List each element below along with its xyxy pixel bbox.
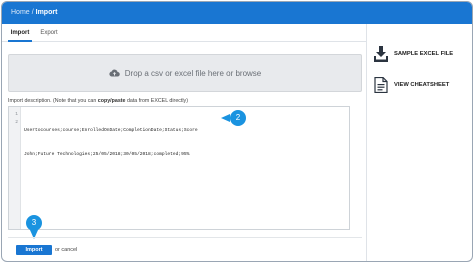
editor-content[interactable]: Usertocourses;course;EnrolledOnDate;Comp… bbox=[24, 111, 198, 175]
tab-export[interactable]: Export bbox=[38, 24, 60, 42]
view-cheatsheet-link[interactable]: VIEW CHEATSHEET bbox=[374, 77, 449, 93]
step-pointer bbox=[221, 114, 230, 122]
cancel-group: or cancel bbox=[55, 245, 77, 255]
step-badge-2: 2 bbox=[230, 110, 246, 126]
download-icon bbox=[374, 46, 388, 62]
import-description: Import description. (Note that you can c… bbox=[8, 98, 368, 104]
csv-editor[interactable]: 1 2 Usertocourses;course;EnrolledOnDate;… bbox=[8, 106, 350, 230]
cancel-link[interactable]: cancel bbox=[61, 247, 77, 253]
view-cheatsheet-label: VIEW CHEATSHEET bbox=[394, 82, 450, 88]
or-label: or bbox=[55, 247, 60, 253]
header-bar: Home / Import bbox=[2, 2, 472, 24]
import-panel: Home / Import Import Export Drop a csv or … bbox=[1, 1, 473, 262]
sample-excel-file-link[interactable]: SAMPLE EXCEL FILE bbox=[374, 46, 453, 62]
tab-import[interactable]: Import bbox=[8, 24, 32, 42]
file-dropzone[interactable]: Drop a csv or excel file here or browse bbox=[8, 54, 362, 92]
line-number: 2 bbox=[15, 120, 18, 125]
line-number-gutter: 1 2 bbox=[9, 107, 21, 229]
breadcrumb-separator: / bbox=[31, 9, 34, 16]
description-emphasis: copy/paste bbox=[97, 98, 126, 104]
import-button[interactable]: Import bbox=[16, 245, 52, 255]
description-prefix: Import description. (Note that you can bbox=[8, 98, 98, 104]
footer-divider bbox=[8, 237, 362, 238]
sidebar-divider bbox=[366, 24, 367, 261]
editor-line: Usertocourses;course;EnrolledOnDate;Comp… bbox=[24, 128, 198, 133]
line-number: 1 bbox=[15, 112, 18, 117]
cloud-upload-icon bbox=[109, 69, 120, 77]
sample-excel-file-label: SAMPLE EXCEL FILE bbox=[394, 51, 454, 57]
editor-line: John;Future Technologies;25/05/2018;30/0… bbox=[24, 152, 190, 157]
step-badge-3: 3 bbox=[26, 215, 42, 231]
dropzone-label: Drop a csv or excel file here or browse bbox=[124, 68, 262, 78]
description-suffix: data from EXCEL directly) bbox=[125, 98, 188, 104]
document-icon bbox=[374, 77, 388, 93]
breadcrumb-current: Import bbox=[35, 9, 58, 16]
tab-bar: Import Export bbox=[2, 24, 366, 42]
breadcrumb-home[interactable]: Home bbox=[11, 9, 30, 16]
